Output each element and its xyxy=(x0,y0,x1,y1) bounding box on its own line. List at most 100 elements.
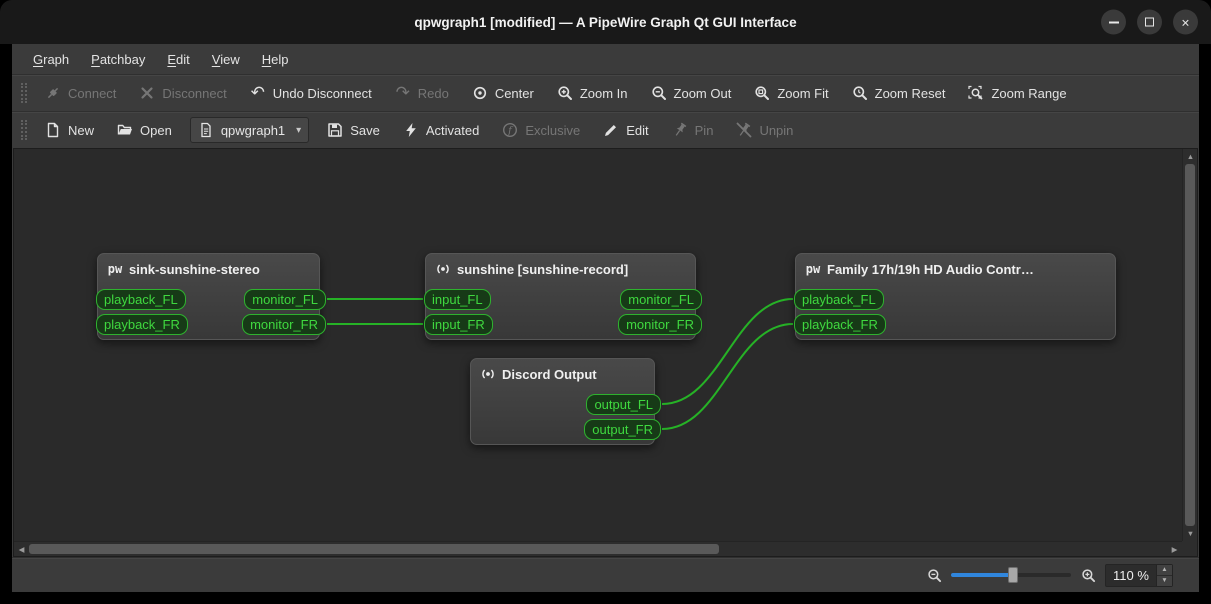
port-playback-fr[interactable]: playback_FR xyxy=(794,314,886,335)
node-sink-sunshine-stereo[interactable]: pw sink-sunshine-stereo playback_FL playbac… xyxy=(96,253,326,340)
horizontal-scrollbar[interactable]: ◀ ▶ xyxy=(14,541,1182,556)
graph-canvas[interactable]: pw sink-sunshine-stereo playback_FL playbac… xyxy=(14,149,1182,541)
menu-patchbay[interactable]: Patchbay xyxy=(80,47,156,72)
window-title: qpwgraph1 [modified] — A PipeWire Graph … xyxy=(414,14,797,30)
open-icon xyxy=(117,122,133,138)
new-icon xyxy=(45,122,61,138)
node-header: sunshine [sunshine-record] xyxy=(426,254,695,277)
toolbar-button-new[interactable]: New xyxy=(35,115,104,145)
node-discord-output[interactable]: Discord Output output_FL output_FR xyxy=(470,358,661,445)
toolbar-button-label: Redo xyxy=(417,85,449,101)
titlebar[interactable]: qpwgraph1 [modified] — A PipeWire Graph … xyxy=(0,0,1211,44)
node-sunshine-record[interactable]: sunshine [sunshine-record] input_FL input_… xyxy=(424,253,702,340)
zoom-slider-handle[interactable] xyxy=(1008,567,1019,583)
redo-icon: ↷ xyxy=(395,83,410,103)
minimize-button[interactable] xyxy=(1101,9,1126,35)
activated-icon xyxy=(403,122,419,138)
chevron-down-icon: ▾ xyxy=(296,124,302,136)
port-output-fl[interactable]: output_FL xyxy=(586,394,661,415)
scroll-down-icon[interactable]: ▼ xyxy=(1183,526,1198,541)
zoom-spinbox[interactable]: 110 % ▲ ▼ xyxy=(1105,563,1173,587)
close-button[interactable]: × xyxy=(1173,9,1198,35)
toolbar-button-open[interactable]: Open xyxy=(107,115,182,145)
maximize-button[interactable] xyxy=(1137,9,1162,35)
edit-icon xyxy=(603,122,619,138)
zoom-out-icon[interactable] xyxy=(926,567,942,583)
app-window: qpwgraph1 [modified] — A PipeWire Graph … xyxy=(0,0,1211,604)
scroll-left-icon[interactable]: ◀ xyxy=(14,542,29,557)
window-content: Graph Patchbay Edit View Help Connect Disconn… xyxy=(12,44,1199,592)
audio-icon xyxy=(435,261,451,277)
horizontal-scrollbar-thumb[interactable] xyxy=(29,544,719,554)
toolbar-button-edit[interactable]: Edit xyxy=(593,115,658,145)
toolbar-button-unpin[interactable]: Unpin xyxy=(726,115,803,145)
connect-icon xyxy=(45,85,61,101)
scroll-right-icon[interactable]: ▶ xyxy=(1167,542,1182,557)
zoom-fit-icon xyxy=(754,85,770,101)
port-playback-fr[interactable]: playback_FR xyxy=(96,314,188,335)
port-monitor-fl[interactable]: monitor_FL xyxy=(244,289,326,310)
toolbar-button-label: Open xyxy=(140,122,172,138)
port-input-fr[interactable]: input_FR xyxy=(424,314,493,335)
toolbar-button-zoom-in[interactable]: Zoom In xyxy=(547,78,638,108)
vertical-scrollbar[interactable]: ▲ ▼ xyxy=(1182,149,1197,541)
toolbar-button-label: Zoom In xyxy=(579,85,628,101)
toolbar-button-disconnect[interactable]: Disconnect xyxy=(129,78,236,108)
port-input-fl[interactable]: input_FL xyxy=(424,289,491,310)
zoom-slider[interactable] xyxy=(951,566,1071,584)
scroll-up-icon[interactable]: ▲ xyxy=(1183,149,1198,164)
toolbar-button-label: Center xyxy=(494,85,534,101)
port-monitor-fl[interactable]: monitor_FL xyxy=(620,289,702,310)
toolbar-button-label: Zoom Reset xyxy=(874,85,946,101)
zoom-slider-fill xyxy=(951,573,1014,577)
menu-graph[interactable]: Graph xyxy=(22,47,80,72)
disconnect-icon xyxy=(139,85,155,101)
port-monitor-fr[interactable]: monitor_FR xyxy=(618,314,702,335)
pipewire-icon: pw xyxy=(805,262,821,276)
port-output-fr[interactable]: output_FR xyxy=(584,419,661,440)
exclusive-icon: f xyxy=(502,122,518,138)
toolbar-button-label: New xyxy=(68,122,95,138)
toolbar-button-undo-disconnect[interactable]: ↶ Undo Disconnect xyxy=(240,78,382,108)
toolbar-button-save[interactable]: Save xyxy=(317,115,390,145)
node-family-hd-audio[interactable]: pw Family 17h/19h HD Audio Contr… playback… xyxy=(794,253,1116,340)
toolbar-button-zoom-reset[interactable]: Zoom Reset xyxy=(842,78,956,108)
toolbar-button-zoom-out[interactable]: Zoom Out xyxy=(641,78,742,108)
port-playback-fl[interactable]: playback_FL xyxy=(794,289,884,310)
toolbar-button-pin[interactable]: Pin xyxy=(662,115,724,145)
undo-icon: ↶ xyxy=(250,83,265,103)
menu-view[interactable]: View xyxy=(201,47,251,72)
spin-up-button[interactable]: ▲ xyxy=(1157,564,1172,576)
menubar: Graph Patchbay Edit View Help xyxy=(12,44,1199,74)
unpin-icon xyxy=(736,122,752,138)
toolbar-button-label: Zoom Fit xyxy=(777,85,829,101)
toolbar-button-zoom-fit[interactable]: Zoom Fit xyxy=(744,78,838,108)
toolbar-button-exclusive[interactable]: f Exclusive xyxy=(492,115,590,145)
minimize-icon xyxy=(1108,21,1119,23)
toolbar-button-zoom-range[interactable]: Zoom Range xyxy=(958,78,1076,108)
toolbar-button-connect[interactable]: Connect xyxy=(35,78,126,108)
node-title: Discord Output xyxy=(502,366,597,382)
close-icon: × xyxy=(1181,14,1190,30)
menu-help[interactable]: Help xyxy=(251,47,300,72)
vertical-scrollbar-thumb[interactable] xyxy=(1185,164,1195,526)
spin-down-button[interactable]: ▼ xyxy=(1157,575,1172,586)
toolbar-button-label: Activated xyxy=(425,122,480,138)
toolbar-button-redo[interactable]: ↷ Redo xyxy=(385,78,459,108)
zoom-out-icon xyxy=(651,85,667,101)
port-playback-fl[interactable]: playback_FL xyxy=(96,289,186,310)
pin-icon xyxy=(672,122,688,138)
toolbar-button-center[interactable]: Center xyxy=(462,78,544,108)
menu-edit[interactable]: Edit xyxy=(156,47,200,72)
toolbar-button-label: Undo Disconnect xyxy=(272,85,372,101)
toolbar-handle[interactable] xyxy=(21,120,27,140)
toolbar-button-label: Zoom Range xyxy=(991,85,1067,101)
patchbay-profile-combo[interactable]: qpwgraph1 ▾ xyxy=(189,117,310,143)
zoom-value: 110 % xyxy=(1113,567,1149,583)
zoom-in-icon[interactable] xyxy=(1080,567,1096,583)
toolbar-handle[interactable] xyxy=(21,83,27,103)
port-monitor-fr[interactable]: monitor_FR xyxy=(242,314,326,335)
toolbar-button-activated[interactable]: Activated xyxy=(393,115,489,145)
toolbar-button-label: Unpin xyxy=(759,122,794,138)
scrollbar-corner xyxy=(1182,541,1197,556)
